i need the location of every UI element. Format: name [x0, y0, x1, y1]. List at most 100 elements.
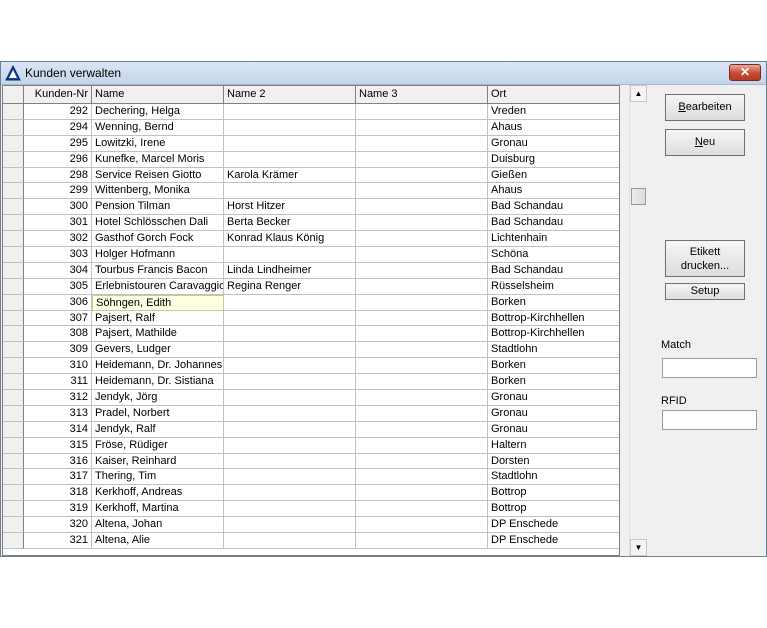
cell-kunden-nr[interactable]: 295 [24, 135, 92, 152]
cell-kunden-nr[interactable]: 315 [24, 437, 92, 454]
table-row[interactable]: 296 Kunefke, Marcel Moris Duisburg [3, 151, 619, 168]
cell-name[interactable]: Fröse, Rüdiger [92, 437, 224, 454]
row-selector[interactable] [3, 231, 24, 248]
cell-name-2[interactable] [224, 437, 356, 454]
cell-name-2[interactable] [224, 342, 356, 359]
cell-name-3[interactable] [356, 215, 488, 232]
cell-kunden-nr[interactable]: 311 [24, 374, 92, 391]
cell-name-3[interactable] [356, 247, 488, 263]
row-selector[interactable] [3, 104, 24, 120]
cell-name-2[interactable] [224, 247, 356, 263]
cell-name[interactable]: Gasthof Gorch Fock [92, 231, 224, 248]
cell-name-2[interactable] [224, 421, 356, 438]
row-selector[interactable] [3, 183, 24, 200]
cell-ort[interactable]: Gronau [488, 390, 619, 406]
cell-kunden-nr[interactable]: 313 [24, 405, 92, 422]
cell-ort[interactable]: Duisburg [488, 152, 619, 168]
cell-name[interactable]: Dechering, Helga [92, 104, 224, 120]
cell-ort[interactable]: Stadtlohn [488, 342, 619, 359]
cell-ort[interactable]: Vreden [488, 104, 619, 120]
cell-name-2[interactable] [224, 390, 356, 406]
table-row[interactable]: 306 Söhngen, Edith Borken [3, 294, 619, 311]
table-row[interactable]: 309 Gevers, Ludger Stadtlohn [3, 342, 619, 359]
row-selector[interactable] [3, 262, 24, 279]
cell-ort[interactable]: Dorsten [488, 454, 619, 470]
scroll-down-button[interactable]: ▼ [630, 539, 647, 556]
cell-kunden-nr[interactable]: 301 [24, 215, 92, 232]
row-selector[interactable] [3, 215, 24, 232]
cell-name-2[interactable] [224, 517, 356, 534]
row-selector[interactable] [3, 517, 24, 534]
cell-ort[interactable]: Gronau [488, 136, 619, 152]
cell-name[interactable]: Tourbus Francis Bacon [92, 262, 224, 279]
cell-name-2[interactable] [224, 405, 356, 422]
table-row[interactable]: 316 Kaiser, Reinhard Dorsten [3, 453, 619, 470]
cell-name-2[interactable]: Regina Renger [224, 278, 356, 295]
cell-ort[interactable]: Gronau [488, 406, 619, 422]
edit-button[interactable]: Bearbeiten [665, 94, 745, 121]
cell-name-2[interactable] [224, 151, 356, 168]
cell-ort[interactable]: Bottrop [488, 501, 619, 518]
print-label-button[interactable]: Etikett drucken... [665, 240, 745, 277]
cell-name-2[interactable] [224, 183, 356, 200]
cell-name[interactable]: Söhngen, Edith [92, 294, 224, 311]
cell-kunden-nr[interactable]: 319 [24, 501, 92, 518]
cell-name-3[interactable] [356, 358, 488, 375]
cell-name-2[interactable] [224, 326, 356, 343]
cell-name-3[interactable] [356, 405, 488, 422]
row-selector[interactable] [3, 421, 24, 438]
cell-ort[interactable]: Bad Schandau [488, 215, 619, 232]
cell-name[interactable]: Wenning, Bernd [92, 119, 224, 136]
table-row[interactable]: 310 Heidemann, Dr. Johannes Borken [3, 358, 619, 375]
cell-name[interactable]: Lowitzki, Irene [92, 135, 224, 152]
cell-name-2[interactable] [224, 453, 356, 470]
new-button[interactable]: Neu [665, 129, 745, 156]
row-selector[interactable] [3, 485, 24, 502]
rfid-input[interactable] [662, 410, 757, 430]
column-header-ort[interactable]: Ort [488, 86, 619, 104]
table-row[interactable]: 294 Wenning, Bernd Ahaus [3, 119, 619, 136]
cell-name-3[interactable] [356, 183, 488, 200]
table-row[interactable]: 301 Hotel Schlösschen Dali Berta Becker Bad… [3, 215, 619, 232]
cell-name-3[interactable] [356, 485, 488, 502]
close-button[interactable]: ✕ [729, 64, 761, 81]
row-selector[interactable] [3, 135, 24, 152]
cell-name[interactable]: Erlebnistouren Caravaggio [92, 278, 224, 295]
table-row[interactable]: 304 Tourbus Francis Bacon Linda Lindheimer… [3, 262, 619, 279]
column-header-name-3[interactable]: Name 3 [356, 86, 488, 104]
cell-ort[interactable]: Borken [488, 358, 619, 375]
cell-name[interactable]: Heidemann, Dr. Sistiana [92, 374, 224, 391]
cell-kunden-nr[interactable]: 300 [24, 199, 92, 216]
table-row[interactable]: 307 Pajsert, Ralf Bottrop-Kirchhellen [3, 310, 619, 327]
table-row[interactable]: 312 Jendyk, Jörg Gronau [3, 390, 619, 406]
table-row[interactable]: 303 Holger Hofmann Schöna [3, 247, 619, 263]
cell-ort[interactable]: Borken [488, 295, 619, 311]
scroll-up-button[interactable]: ▲ [630, 85, 647, 102]
cell-name-3[interactable] [356, 326, 488, 343]
cell-ort[interactable]: DP Enschede [488, 533, 619, 549]
cell-kunden-nr[interactable]: 310 [24, 358, 92, 375]
cell-name[interactable]: Pension Tilman [92, 199, 224, 216]
cell-kunden-nr[interactable]: 320 [24, 517, 92, 534]
row-selector[interactable] [3, 533, 24, 549]
cell-ort[interactable]: Bad Schandau [488, 199, 619, 216]
cell-kunden-nr[interactable]: 305 [24, 278, 92, 295]
cell-name-2[interactable] [224, 358, 356, 375]
cell-kunden-nr[interactable]: 307 [24, 310, 92, 327]
cell-kunden-nr[interactable]: 299 [24, 183, 92, 200]
cell-kunden-nr[interactable]: 312 [24, 390, 92, 406]
cell-name-3[interactable] [356, 231, 488, 248]
cell-kunden-nr[interactable]: 298 [24, 167, 92, 184]
table-row[interactable]: 318 Kerkhoff, Andreas Bottrop [3, 485, 619, 502]
column-header-kunden-nr[interactable]: Kunden-Nr [24, 86, 92, 104]
table-row[interactable]: 314 Jendyk, Ralf Gronau [3, 421, 619, 438]
row-selector[interactable] [3, 247, 24, 263]
table-row[interactable]: 298 Service Reisen Giotto Karola Krämer Gie… [3, 167, 619, 184]
cell-ort[interactable]: Gronau [488, 422, 619, 438]
table-row[interactable]: 305 Erlebnistouren Caravaggio Regina Renge… [3, 278, 619, 295]
cell-ort[interactable]: Bottrop-Kirchhellen [488, 326, 619, 343]
cell-name[interactable]: Altena, Johan [92, 517, 224, 534]
row-selector[interactable] [3, 151, 24, 168]
table-row[interactable]: 317 Thering, Tim Stadtlohn [3, 469, 619, 486]
cell-name[interactable]: Holger Hofmann [92, 247, 224, 263]
